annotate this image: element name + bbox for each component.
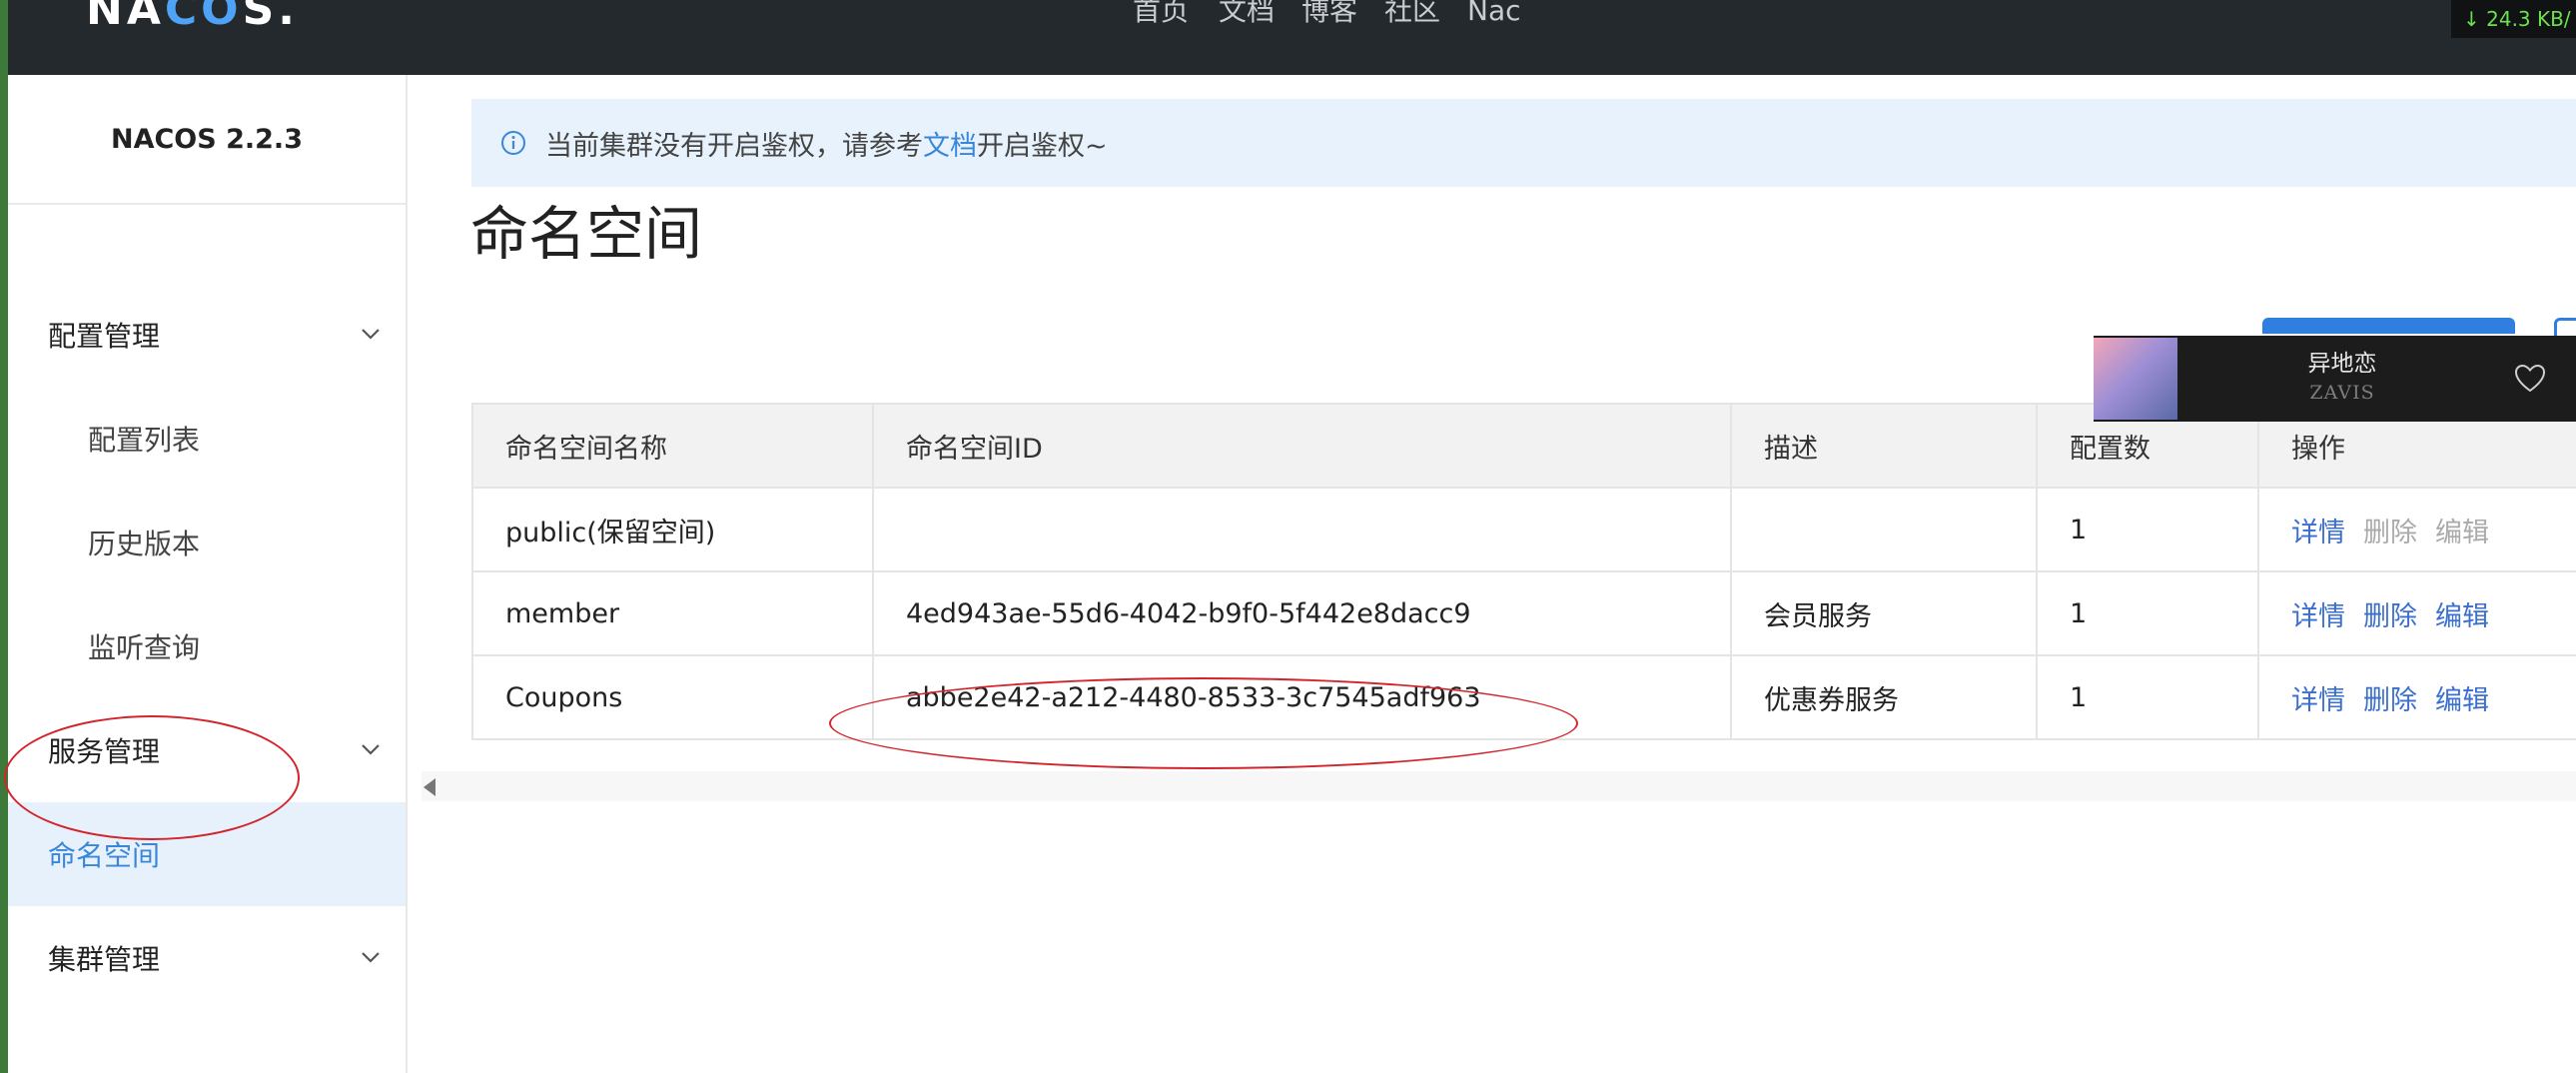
chevron-down-icon — [362, 329, 380, 340]
nav-version-link[interactable]: Nac — [1467, 0, 1521, 28]
sidebar-item-label: 命名空间 — [48, 839, 161, 872]
auth-warning-alert: 当前集群没有开启鉴权，请参考文档开启鉴权~ — [471, 99, 2576, 187]
namespace-name-cell: public(保留空间) — [471, 487, 874, 572]
column-header-desc: 描述 — [1730, 403, 2038, 489]
nav-docs-link[interactable]: 文档 — [1219, 0, 1275, 28]
actions-cell: 详情 删除 编辑 — [2257, 654, 2576, 740]
chevron-down-icon — [362, 744, 380, 755]
namespace-count-cell: 1 — [2036, 654, 2259, 740]
namespace-desc-cell: 优惠券服务 — [1730, 654, 2038, 740]
docs-link[interactable]: 文档 — [923, 131, 977, 162]
sidebar-item-label: 配置管理 — [48, 320, 161, 353]
sidebar-item-config-list[interactable]: 配置列表 — [8, 387, 406, 491]
edit-link[interactable]: 编辑 — [2435, 685, 2489, 716]
heart-icon[interactable] — [2513, 362, 2547, 396]
table-row: public(保留空间) 1 详情 删除 编辑 — [471, 487, 2576, 572]
music-player-widget[interactable]: 异地恋 ZAVIS — [2094, 336, 2576, 422]
details-link[interactable]: 详情 — [2291, 685, 2345, 716]
namespace-id-cell: 4ed943ae-55d6-4042-b9f0-5f442e8dacc9 — [872, 570, 1732, 656]
actions-cell: 详情 删除 编辑 — [2257, 487, 2576, 572]
delete-link[interactable]: 删除 — [2363, 601, 2417, 632]
annotation-circle-namespace-id — [829, 677, 1578, 769]
namespace-name-cell: Coupons — [471, 654, 874, 740]
page-title: 命名空间 — [470, 200, 703, 268]
sidebar-item-config-management[interactable]: 配置管理 — [8, 283, 406, 387]
edit-link: 编辑 — [2435, 517, 2489, 548]
version-label: NACOS 2.2.3 — [8, 75, 406, 205]
column-header-name: 命名空间名称 — [471, 403, 874, 489]
details-link[interactable]: 详情 — [2291, 601, 2345, 632]
chevron-down-icon — [362, 952, 380, 963]
sidebar-item-label: 历史版本 — [88, 528, 201, 560]
top-navigation-bar: NACOS. 首页 文档 博客 社区 Nac — [8, 0, 2576, 75]
sidebar-item-history[interactable]: 历史版本 — [8, 491, 406, 594]
scroll-left-arrow-icon[interactable] — [424, 778, 435, 796]
horizontal-scrollbar[interactable] — [422, 771, 2576, 801]
create-namespace-button[interactable] — [2262, 318, 2515, 334]
sidebar-item-cluster-management[interactable]: 集群管理 — [8, 906, 406, 1010]
namespace-count-cell: 1 — [2036, 570, 2259, 656]
namespace-count-cell: 1 — [2036, 487, 2259, 572]
namespace-id-cell — [872, 487, 1732, 572]
sidebar-item-label: 配置列表 — [88, 424, 201, 457]
sidebar-item-label: 监听查询 — [88, 631, 201, 664]
namespace-name-cell: member — [471, 570, 874, 656]
alert-text: 当前集群没有开启鉴权，请参考文档开启鉴权~ — [545, 130, 1108, 162]
album-cover-image — [2094, 338, 2177, 420]
actions-cell: 详情 删除 编辑 — [2257, 570, 2576, 656]
info-icon — [501, 131, 525, 155]
namespace-desc-cell: 会员服务 — [1730, 570, 2038, 656]
song-title: 异地恋 — [2307, 351, 2377, 377]
nacos-logo[interactable]: NACOS. — [86, 0, 299, 32]
namespace-desc-cell — [1730, 487, 2038, 572]
song-artist: ZAVIS — [2309, 382, 2375, 404]
nav-community-link[interactable]: 社区 — [1384, 0, 1440, 28]
edit-link[interactable]: 编辑 — [2435, 601, 2489, 632]
left-window-edge — [0, 0, 8, 1073]
delete-link: 删除 — [2363, 517, 2417, 548]
nav-blog-link[interactable]: 博客 — [1301, 0, 1357, 28]
sidebar: NACOS 2.2.3 配置管理 配置列表 历史版本 监听查询 服务管理 命名空… — [8, 75, 408, 1073]
delete-link[interactable]: 删除 — [2363, 685, 2417, 716]
sidebar-item-label: 集群管理 — [48, 943, 161, 976]
details-link[interactable]: 详情 — [2291, 518, 2345, 548]
network-speed-indicator: ↓ 24.3 KB/ — [2451, 0, 2576, 38]
sidebar-item-listener-query[interactable]: 监听查询 — [8, 594, 406, 698]
annotation-circle-sidebar — [4, 715, 300, 840]
column-header-id: 命名空间ID — [872, 403, 1732, 489]
table-row: member 4ed943ae-55d6-4042-b9f0-5f442e8da… — [471, 570, 2576, 656]
namespace-table: 命名空间名称 命名空间ID 描述 配置数 操作 public(保留空间) 1 详… — [471, 403, 2576, 740]
nav-home-link[interactable]: 首页 — [1133, 0, 1189, 28]
